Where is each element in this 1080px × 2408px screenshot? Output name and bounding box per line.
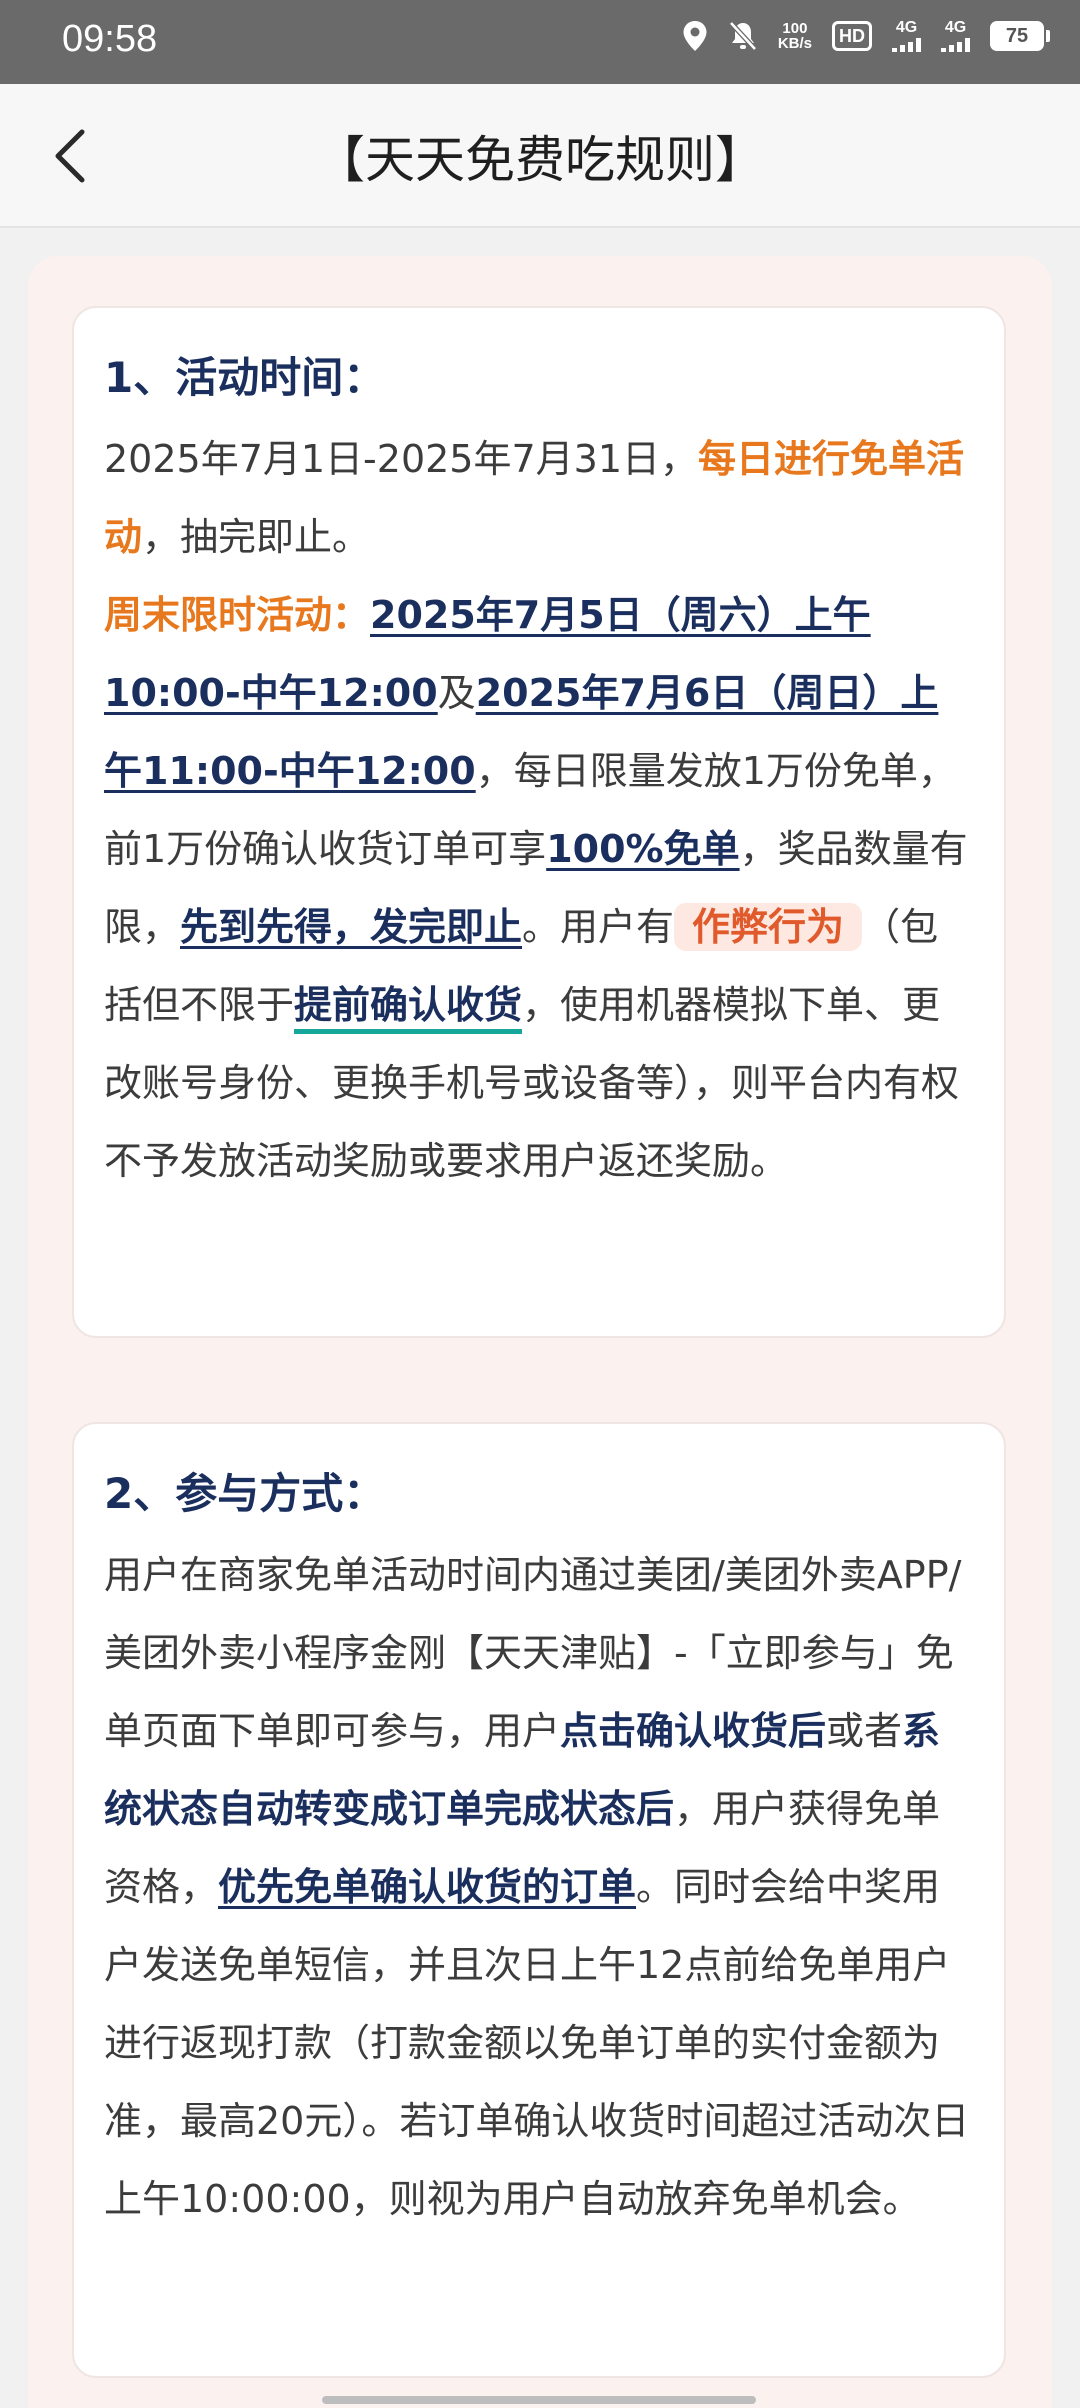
section-heading: 2、参与方式： [104, 1469, 386, 1518]
highlight-early-confirm: 提前确认收货 [294, 983, 523, 1034]
sim1-network-type: 4G [895, 19, 918, 36]
rule-card-activity-time: 1、活动时间： 2025年7月1日-2025年7月31日，每日进行免单活动，抽完… [72, 306, 1006, 1338]
signal-bars-icon [892, 38, 921, 52]
text: 。用户有 [522, 905, 675, 949]
sim2-network-type: 4G [944, 19, 967, 36]
cheating-badge: 作弊行为 [674, 903, 863, 951]
text: 。同时会给中奖用户发送免单短信，并且次日上午12点前给免单用户进行返现打款（打款… [104, 1865, 970, 2221]
section-paragraph: 周末限时活动：2025年7月5日（周六）上午10:00-中午12:00及2025… [104, 576, 974, 1200]
text: 及 [437, 671, 476, 715]
highlight-first-come: 先到先得，发完即止 [180, 905, 523, 949]
highlight-weekend: 周末限时活动： [104, 593, 371, 637]
nav-bar: 【天天免费吃规则】 [0, 84, 1080, 228]
home-indicator[interactable] [322, 2396, 756, 2404]
status-time: 09:58 [62, 18, 158, 60]
highlight-confirm: 点击确认收货后 [560, 1709, 827, 1753]
sim2-signal: 4G [941, 20, 970, 52]
rule-card-participation: 2、参与方式： 用户在商家免单活动时间内通过美团/美团外卖APP/美团外卖小程序… [72, 1422, 1006, 2378]
sim1-signal: 4G [892, 20, 921, 52]
status-icons: 100 KB/s HD 4G 4G 75 [682, 20, 1050, 52]
network-speed-value: 100 [782, 20, 808, 37]
network-speed-unit: KB/s [777, 35, 812, 52]
section-paragraph: 用户在商家免单活动时间内通过美团/美团外卖APP/美团外卖小程序金刚【天天津贴】… [104, 1536, 974, 2238]
page-title: 【天天免费吃规则】 [315, 131, 765, 189]
highlight-priority: 优先免单确认收货的订单 [218, 1865, 637, 1909]
text: 或者 [826, 1709, 903, 1753]
location-icon [682, 20, 708, 52]
text: 2025年7月1日-2025年7月31日， [104, 437, 699, 481]
highlight-free: 100%免单 [546, 827, 740, 871]
text: ，抽完即止。 [142, 515, 371, 559]
network-speed: 100 KB/s [778, 21, 812, 51]
hd-voice-icon: HD [832, 21, 872, 51]
section-paragraph: 2025年7月1日-2025年7月31日，每日进行免单活动，抽完即止。 [104, 420, 974, 576]
mute-bell-icon [728, 20, 758, 52]
signal-bars-icon [941, 38, 970, 52]
section-heading: 1、活动时间： [104, 353, 386, 402]
status-bar: 09:58 100 KB/s HD 4G 4G 75 [0, 0, 1080, 84]
battery-icon: 75 [990, 21, 1050, 51]
